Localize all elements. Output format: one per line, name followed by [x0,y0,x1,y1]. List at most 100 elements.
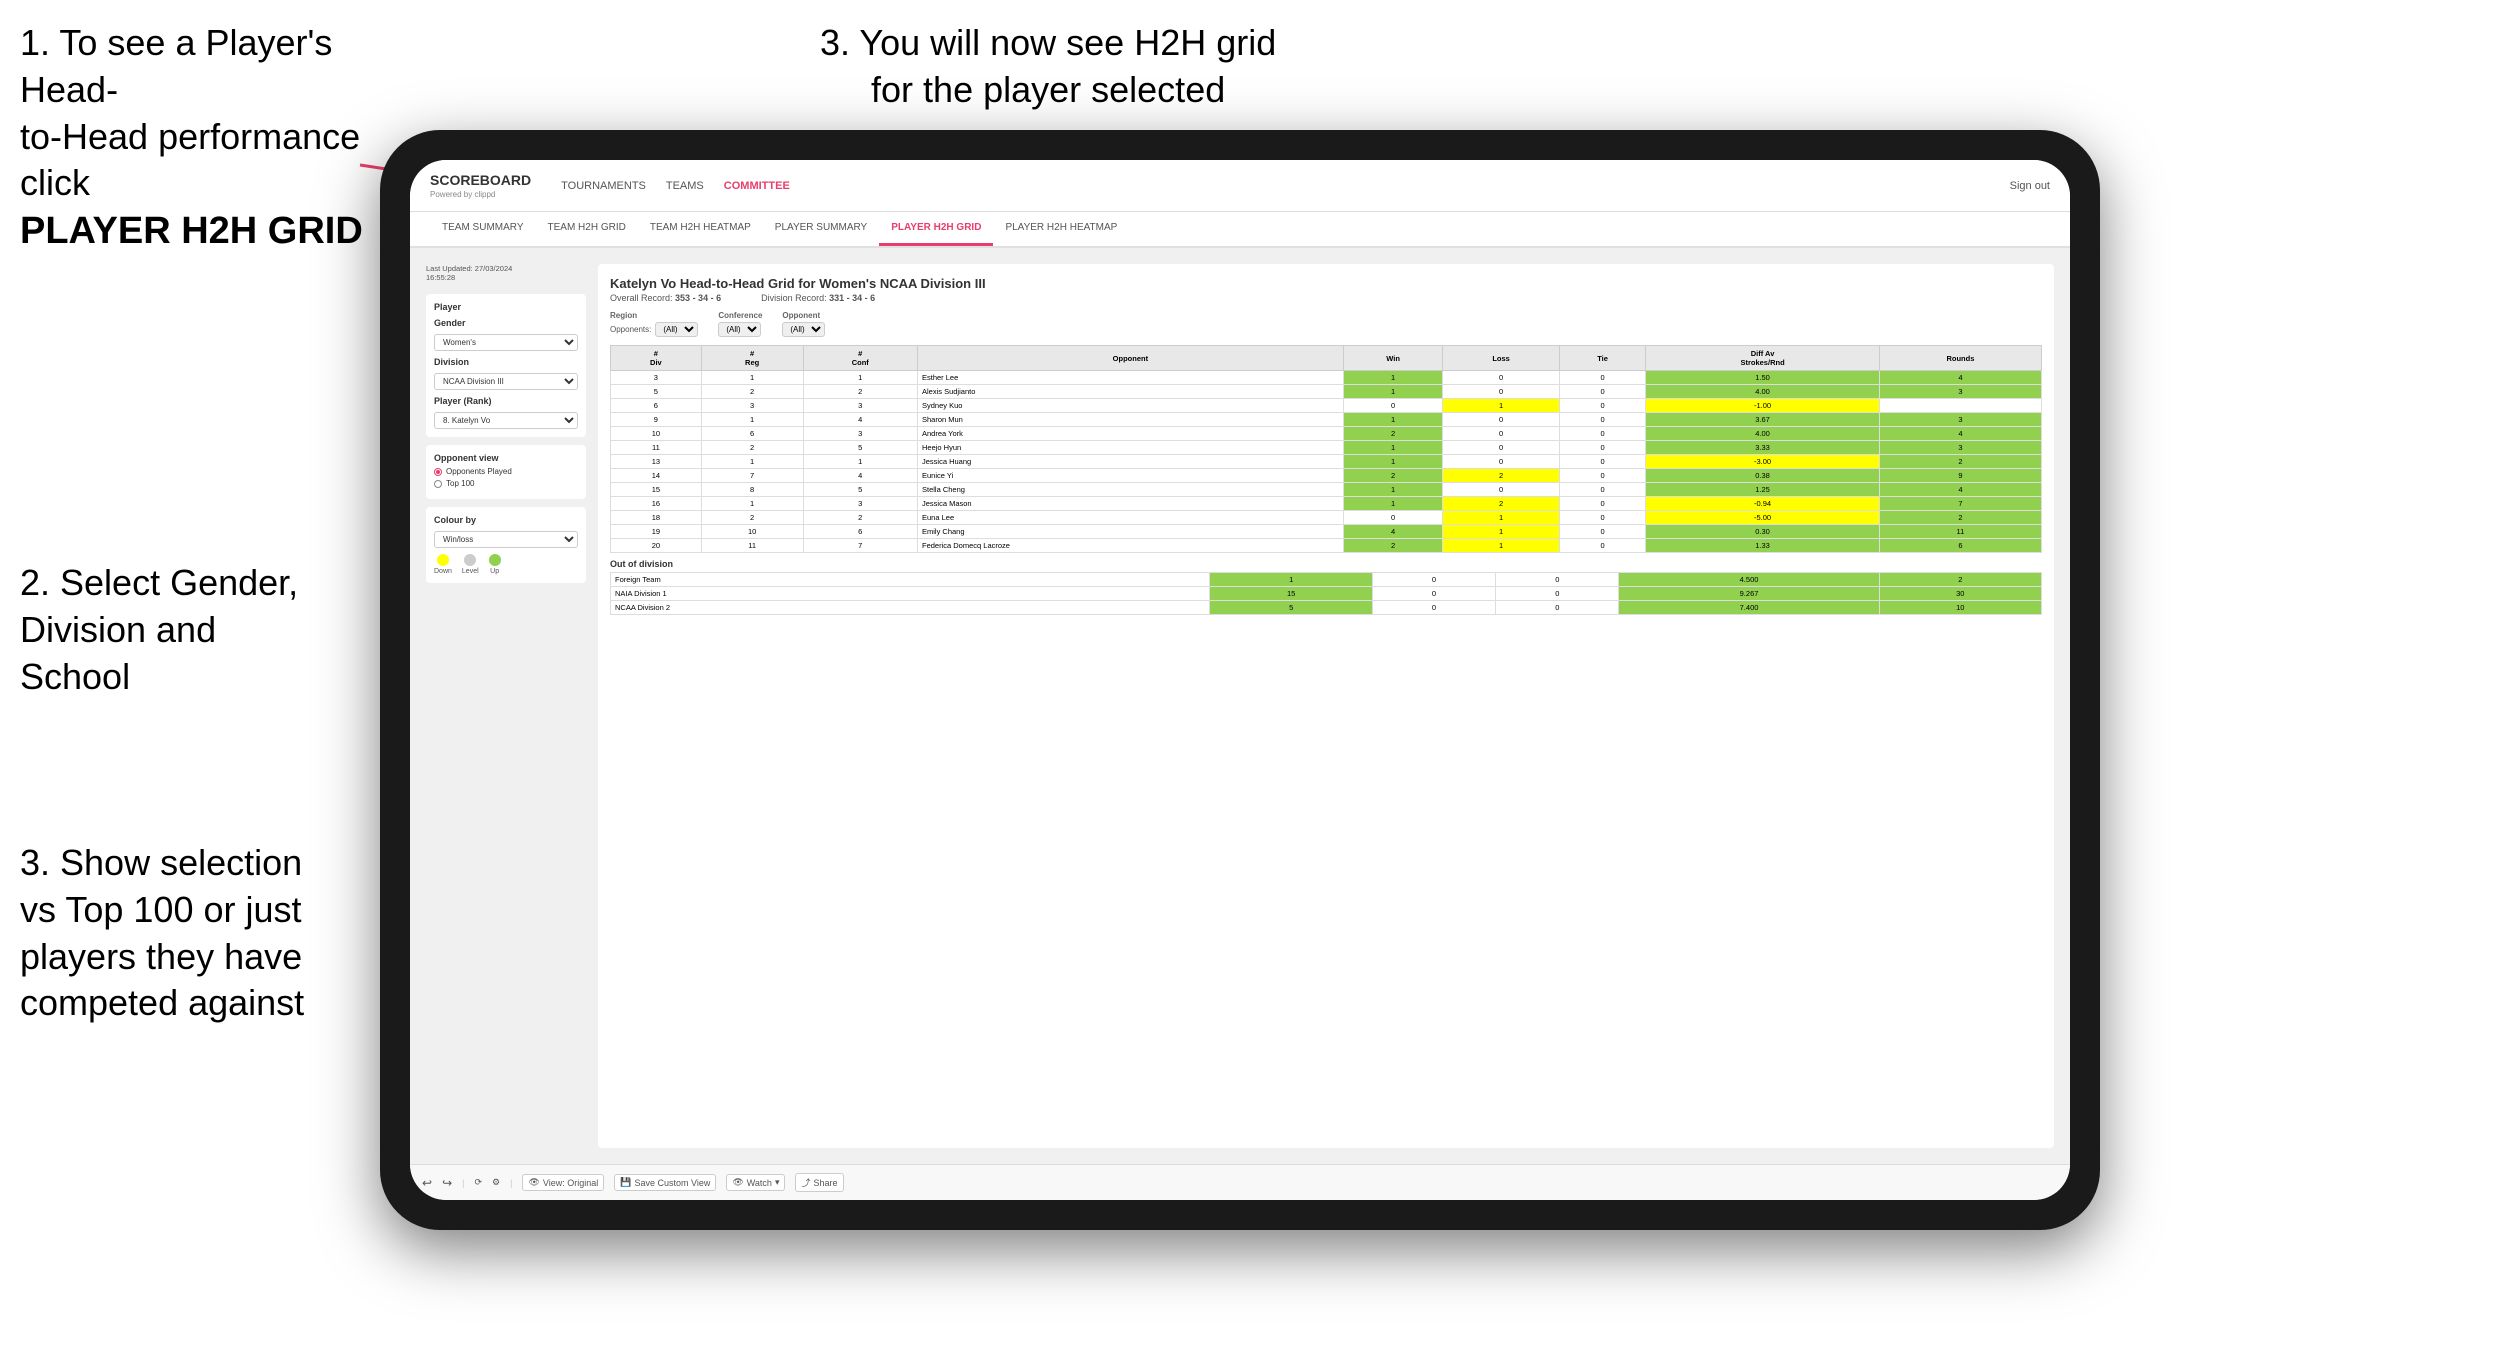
table-row: 3 [803,427,918,441]
inst-bl-2: vs Top 100 or just [20,889,302,930]
table-row: 1.33 [1646,539,1880,553]
table-row: 0 [1372,587,1495,601]
nav-committee[interactable]: COMMITTEE [724,178,790,194]
subnav-player-h2h-heatmap[interactable]: PLAYER H2H HEATMAP [993,212,1129,246]
gender-select[interactable]: Women's [434,334,578,351]
table-row: 0 [1443,427,1559,441]
colour-by-label: Colour by [434,515,578,525]
table-row: 13 [611,455,702,469]
region-filter-group: Region Opponents: (All) [610,311,698,337]
opponents-label: Opponents: [610,325,651,334]
filter-area: Region Opponents: (All) Conference [610,311,2042,337]
save-custom-btn[interactable]: 💾 Save Custom View [614,1174,716,1191]
table-row: 2 [803,385,918,399]
colour-by-select[interactable]: Win/loss [434,531,578,548]
table-row: 0 [1443,483,1559,497]
table-row: 5 [611,385,702,399]
th-conf: #Conf [803,346,918,371]
table-row: 20 [611,539,702,553]
region-select[interactable]: (All) [655,322,698,337]
view-original-btn[interactable]: 👁 View: Original [522,1174,604,1191]
table-row: 0 [1559,539,1646,553]
radio-opponents-played[interactable]: Opponents Played [434,467,578,476]
table-row: 1 [1443,539,1559,553]
table-row: 2 [1343,427,1443,441]
table-row: 0 [1559,483,1646,497]
table-row: Stella Cheng [918,483,1344,497]
table-row: -3.00 [1646,455,1880,469]
table-row: 1 [701,413,803,427]
table-row: 1 [1343,441,1443,455]
table-row: 1 [803,371,918,385]
table-row: -0.94 [1646,497,1880,511]
opponent-filter-group: Opponent (All) [782,311,825,337]
table-row: 0 [1443,371,1559,385]
inst-bl-4: competed against [20,982,304,1023]
th-rounds: Rounds [1879,346,2041,371]
share-btn[interactable]: ⤴ Share [795,1173,843,1192]
table-row: 1 [1443,399,1559,413]
opponents-row: Opponents: (All) [610,322,698,337]
table-row: 2 [1879,573,2041,587]
table-row: 11 [1879,525,2041,539]
overall-record-label: Overall Record: [610,293,673,303]
nav-tournaments[interactable]: TOURNAMENTS [561,178,646,194]
toolbar-sep2: | [510,1178,512,1188]
nav-links: TOURNAMENTS TEAMS COMMITTEE [561,178,2010,194]
table-row: 9 [1879,469,2041,483]
subnav-team-h2h-grid[interactable]: TEAM H2H GRID [536,212,638,246]
division-record-value: 331 - 34 - 6 [829,293,875,303]
subnav-team-h2h-heatmap[interactable]: TEAM H2H HEATMAP [638,212,763,246]
table-row: 7 [1879,497,2041,511]
out-of-div-table: Foreign Team 1 0 0 4.500 2 NAIA Division… [610,572,2042,615]
undo-btn[interactable]: ↩ [422,1176,432,1190]
reset-btn[interactable]: ⟳ [474,1177,482,1188]
player-rank-select[interactable]: 8. Katelyn Vo [434,412,578,429]
division-record: Division Record: 331 - 34 - 6 [761,293,875,303]
table-row: 30 [1879,587,2041,601]
conference-select[interactable]: (All) [718,322,761,337]
table-row: 0 [1559,455,1646,469]
table-row: 7.400 [1619,601,1879,615]
table-row: 1 [1343,385,1443,399]
radio-top100[interactable]: Top 100 [434,479,578,488]
main-content: Last Updated: 27/03/2024 16:55:28 Player… [410,248,2070,1164]
th-tie: Tie [1559,346,1646,371]
settings-btn[interactable]: ⚙ [492,1177,500,1188]
records-row: Overall Record: 353 - 34 - 6 Division Re… [610,293,2042,303]
right-content: Katelyn Vo Head-to-Head Grid for Women's… [598,264,2054,1148]
subnav-player-summary[interactable]: PLAYER SUMMARY [763,212,879,246]
redo-btn[interactable]: ↪ [442,1176,452,1190]
table-row: 4.00 [1646,385,1880,399]
division-select[interactable]: NCAA Division III [434,373,578,390]
table-row: 0 [1496,601,1619,615]
legend-row: Down Level Up [434,554,578,575]
logo-sub: Powered by clippd [430,190,531,199]
table-row: 6 [701,427,803,441]
table-row: 0 [1559,441,1646,455]
table-row: 4 [803,469,918,483]
inst-ml-3: School [20,656,130,697]
sign-out-link[interactable]: Sign out [2010,180,2050,192]
watch-btn[interactable]: 👁 Watch ▾ [726,1174,785,1191]
table-row: 2 [1879,455,2041,469]
table-row: Foreign Team [611,573,1210,587]
subnav-player-h2h-grid[interactable]: PLAYER H2H GRID [879,212,993,246]
last-updated-text: Last Updated: 27/03/2024 [426,264,586,273]
subnav-team-summary[interactable]: TEAM SUMMARY [430,212,536,246]
table-row: 1 [701,455,803,469]
overall-record: Overall Record: 353 - 34 - 6 [610,293,721,303]
radio-opponents-dot [434,468,442,476]
table-row: 2 [1443,469,1559,483]
opponent-filter-select[interactable]: (All) [782,322,825,337]
nav-teams[interactable]: TEAMS [666,178,704,194]
opponent-view-label: Opponent view [434,453,578,463]
table-row: 0 [1559,469,1646,483]
table-row: 1 [1443,511,1559,525]
conference-filter-group: Conference (All) [718,311,762,337]
table-row: 1 [1343,455,1443,469]
table-row: 6 [803,525,918,539]
player-label: Player [434,302,578,312]
table-row: -5.00 [1646,511,1880,525]
table-row: Euna Lee [918,511,1344,525]
